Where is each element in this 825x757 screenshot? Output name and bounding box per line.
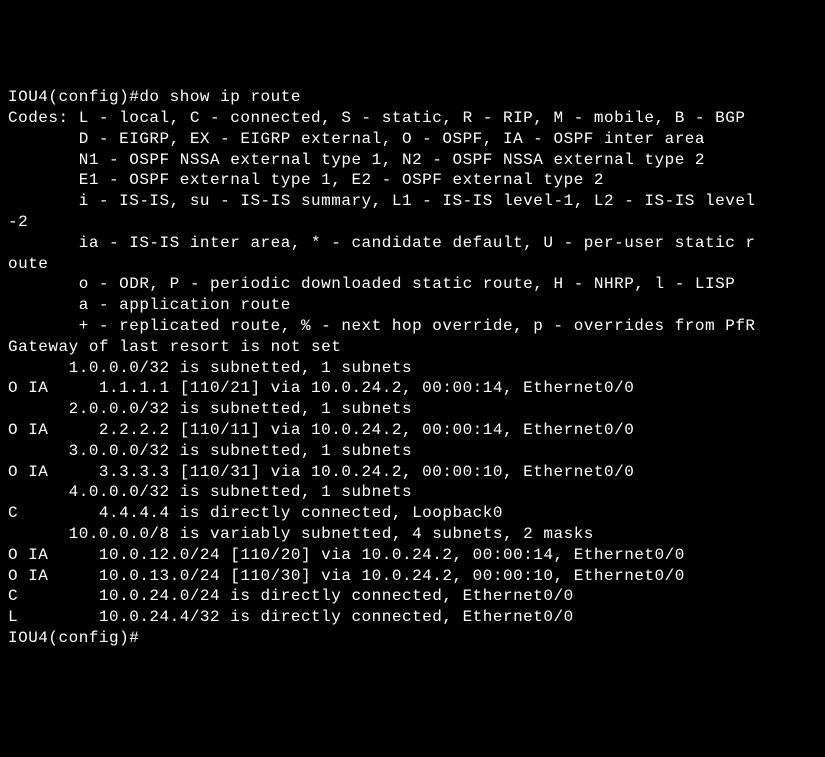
- terminal-line: ia - IS-IS inter area, * - candidate def…: [8, 233, 817, 254]
- terminal-line: + - replicated route, % - next hop overr…: [8, 316, 817, 337]
- terminal-line: L 10.0.24.4/32 is directly connected, Et…: [8, 607, 817, 628]
- terminal-line: a - application route: [8, 295, 817, 316]
- terminal-line: Codes: L - local, C - connected, S - sta…: [8, 108, 817, 129]
- terminal-line: N1 - OSPF NSSA external type 1, N2 - OSP…: [8, 150, 817, 171]
- terminal-line: Gateway of last resort is not set: [8, 337, 817, 358]
- terminal-line: o - ODR, P - periodic downloaded static …: [8, 274, 817, 295]
- terminal-output: IOU4(config)#do show ip routeCodes: L - …: [8, 87, 817, 649]
- terminal-line: -2: [8, 212, 817, 233]
- terminal-line: 3.0.0.0/32 is subnetted, 1 subnets: [8, 441, 817, 462]
- terminal-prompt[interactable]: IOU4(config)#: [8, 628, 817, 649]
- terminal-line: O IA 10.0.12.0/24 [110/20] via 10.0.24.2…: [8, 545, 817, 566]
- terminal-line: O IA 1.1.1.1 [110/21] via 10.0.24.2, 00:…: [8, 378, 817, 399]
- terminal-line: E1 - OSPF external type 1, E2 - OSPF ext…: [8, 170, 817, 191]
- terminal-line: 4.0.0.0/32 is subnetted, 1 subnets: [8, 482, 817, 503]
- terminal-line: 2.0.0.0/32 is subnetted, 1 subnets: [8, 399, 817, 420]
- terminal-line: D - EIGRP, EX - EIGRP external, O - OSPF…: [8, 129, 817, 150]
- terminal-line: O IA 10.0.13.0/24 [110/30] via 10.0.24.2…: [8, 566, 817, 587]
- terminal-line: O IA 2.2.2.2 [110/11] via 10.0.24.2, 00:…: [8, 420, 817, 441]
- terminal-line: C 4.4.4.4 is directly connected, Loopbac…: [8, 503, 817, 524]
- terminal-line: O IA 3.3.3.3 [110/31] via 10.0.24.2, 00:…: [8, 462, 817, 483]
- terminal-line: 1.0.0.0/32 is subnetted, 1 subnets: [8, 358, 817, 379]
- terminal-line: 10.0.0.0/8 is variably subnetted, 4 subn…: [8, 524, 817, 545]
- terminal-line: i - IS-IS, su - IS-IS summary, L1 - IS-I…: [8, 191, 817, 212]
- terminal-line: oute: [8, 254, 817, 275]
- terminal-line: IOU4(config)#do show ip route: [8, 87, 817, 108]
- terminal-line: C 10.0.24.0/24 is directly connected, Et…: [8, 586, 817, 607]
